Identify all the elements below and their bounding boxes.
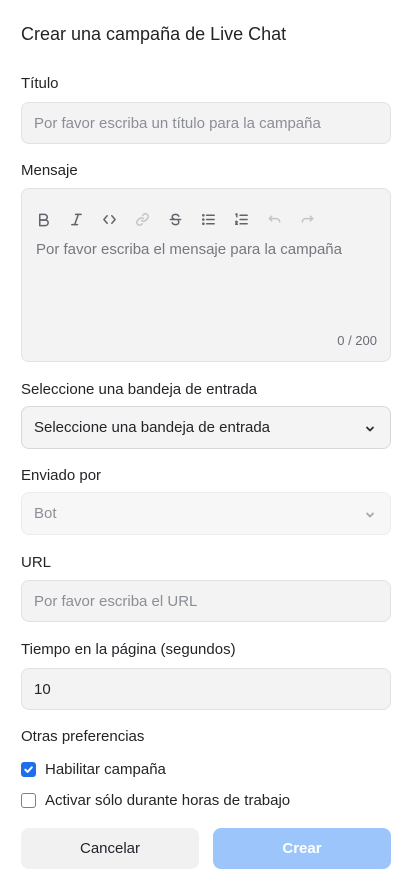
- url-label: URL: [21, 554, 52, 571]
- enable-campaign-label: Habilitar campaña: [45, 761, 166, 778]
- message-editor: 0 / 200: [21, 188, 391, 362]
- business-hours-checkbox[interactable]: [21, 793, 36, 808]
- create-button[interactable]: Crear: [213, 828, 391, 869]
- numbered-list-button[interactable]: [230, 208, 252, 230]
- redo-icon: [301, 214, 313, 223]
- inbox-label: Seleccione una bandeja de entrada: [21, 381, 258, 398]
- bullet-list-icon: [201, 213, 215, 225]
- link-icon: [135, 212, 149, 226]
- italic-button[interactable]: [65, 208, 87, 230]
- numbered-list-icon: [234, 212, 248, 225]
- link-button[interactable]: [131, 208, 153, 230]
- inbox-select-value: Seleccione una bandeja de entrada: [34, 419, 271, 436]
- editor-toolbar: [32, 207, 329, 231]
- inbox-select[interactable]: Seleccione una bandeja de entrada: [21, 406, 391, 449]
- url-input[interactable]: [21, 580, 391, 622]
- enable-campaign-option[interactable]: Habilitar campaña: [21, 761, 166, 778]
- bold-icon: [38, 213, 49, 226]
- time-on-page-input[interactable]: [21, 668, 391, 710]
- sender-select[interactable]: Bot: [21, 492, 391, 535]
- chevron-down-icon: [364, 422, 376, 434]
- title-label: Título: [21, 75, 59, 92]
- time-on-page-label: Tiempo en la página (segundos): [21, 641, 236, 658]
- preferences-label: Otras preferencias: [21, 728, 145, 745]
- strikethrough-button[interactable]: [164, 208, 186, 230]
- enable-campaign-checkbox[interactable]: [21, 762, 36, 777]
- undo-button[interactable]: [263, 208, 285, 230]
- undo-icon: [268, 214, 280, 223]
- business-hours-option[interactable]: Activar sólo durante horas de trabajo: [21, 792, 290, 809]
- sender-select-value: Bot: [34, 505, 57, 522]
- checkmark-icon: [24, 766, 33, 773]
- message-label: Mensaje: [21, 162, 78, 179]
- strikethrough-icon: [169, 213, 181, 225]
- redo-button[interactable]: [296, 208, 318, 230]
- message-textarea[interactable]: [36, 241, 376, 321]
- business-hours-label: Activar sólo durante horas de trabajo: [45, 792, 291, 809]
- form-title: Crear una campaña de Live Chat: [21, 24, 287, 44]
- code-icon: [102, 214, 116, 224]
- italic-icon: [70, 213, 82, 225]
- chevron-down-icon: [364, 508, 376, 520]
- bold-button[interactable]: [32, 208, 54, 230]
- sender-label: Enviado por: [21, 467, 102, 484]
- code-button[interactable]: [98, 208, 120, 230]
- title-input[interactable]: [21, 102, 391, 144]
- bullet-list-button[interactable]: [197, 208, 219, 230]
- cancel-button[interactable]: Cancelar: [21, 828, 199, 869]
- character-counter: 0 / 200: [337, 333, 377, 348]
